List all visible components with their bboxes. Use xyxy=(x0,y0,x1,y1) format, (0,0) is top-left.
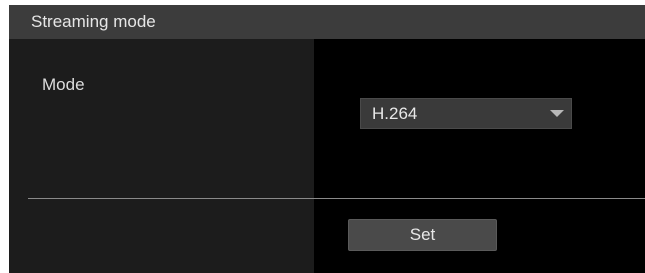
section-title: Streaming mode xyxy=(31,12,156,31)
section-header: Streaming mode xyxy=(9,5,645,39)
set-button-label: Set xyxy=(409,225,436,244)
chevron-down-icon[interactable] xyxy=(550,110,564,117)
set-button[interactable]: Set xyxy=(348,219,497,251)
mode-label: Mode xyxy=(42,75,85,94)
divider xyxy=(28,198,645,199)
mode-select-value: H.264 xyxy=(372,104,418,123)
streaming-mode-panel: Streaming mode Mode H.264 Set xyxy=(9,5,645,273)
mode-select[interactable]: H.264 xyxy=(360,98,572,129)
